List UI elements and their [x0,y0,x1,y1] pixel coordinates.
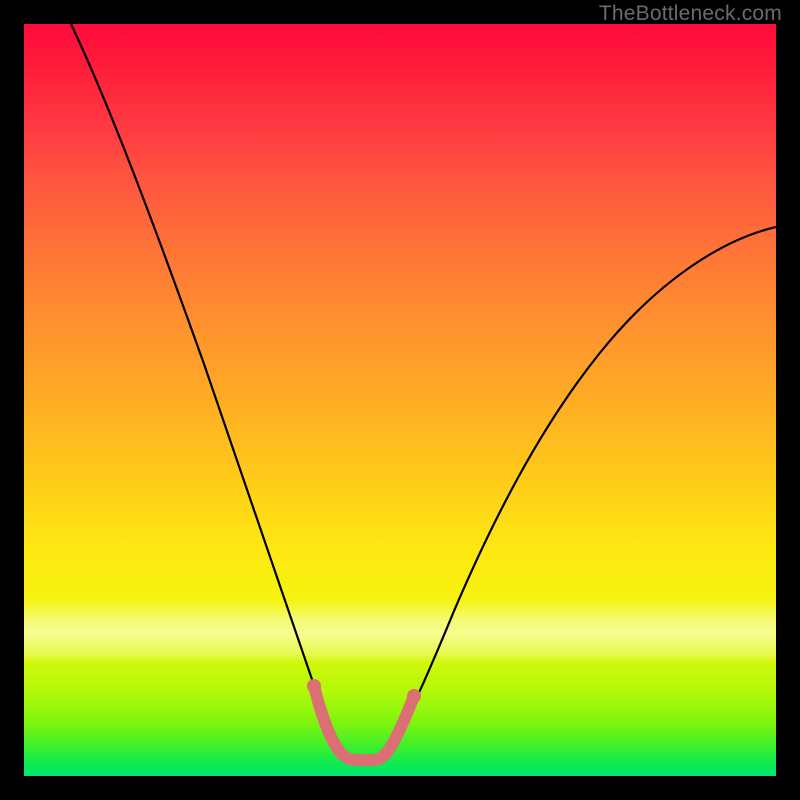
chart-frame: TheBottleneck.com [0,0,800,800]
optimal-dot-right [407,689,421,703]
optimal-dot-left [307,679,321,693]
optimal-segment [314,686,414,760]
plot-area [24,24,776,776]
curve-path [71,24,776,759]
watermark-text: TheBottleneck.com [599,2,782,26]
bottleneck-curve [24,24,776,776]
